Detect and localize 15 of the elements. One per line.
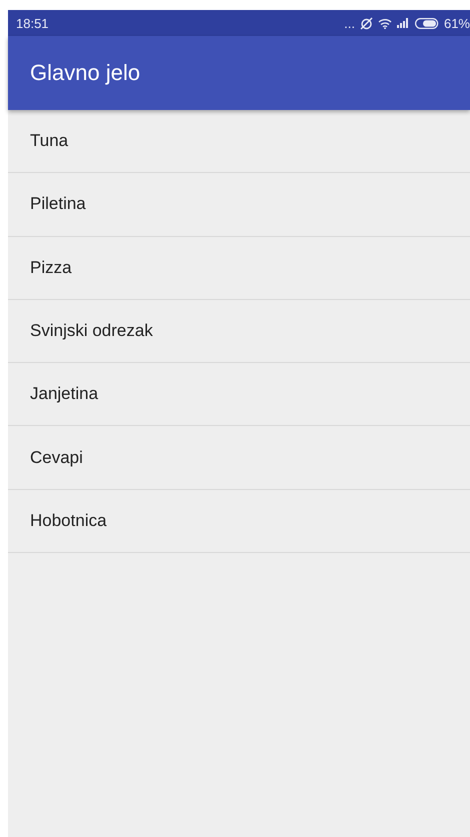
list-item[interactable]: Svinjski odrezak xyxy=(8,300,470,364)
list-item[interactable]: Pizza xyxy=(8,236,470,300)
list-item[interactable]: Cevapi xyxy=(8,426,470,490)
app-title: Glavno jelo xyxy=(30,60,140,86)
status-time: 18:51 xyxy=(16,16,49,30)
list-item[interactable]: Piletina xyxy=(8,173,470,237)
signal-icon xyxy=(396,18,410,28)
battery-icon xyxy=(414,18,439,28)
wifi-icon xyxy=(378,18,392,28)
more-status: ... xyxy=(344,16,355,30)
list-item[interactable]: Janjetina xyxy=(8,363,470,426)
alarm-off-icon xyxy=(360,16,373,30)
battery-percentage: 61% xyxy=(444,16,470,30)
list-item[interactable]: Tuna xyxy=(8,110,470,174)
list-item[interactable]: Hobotnica xyxy=(8,490,470,554)
